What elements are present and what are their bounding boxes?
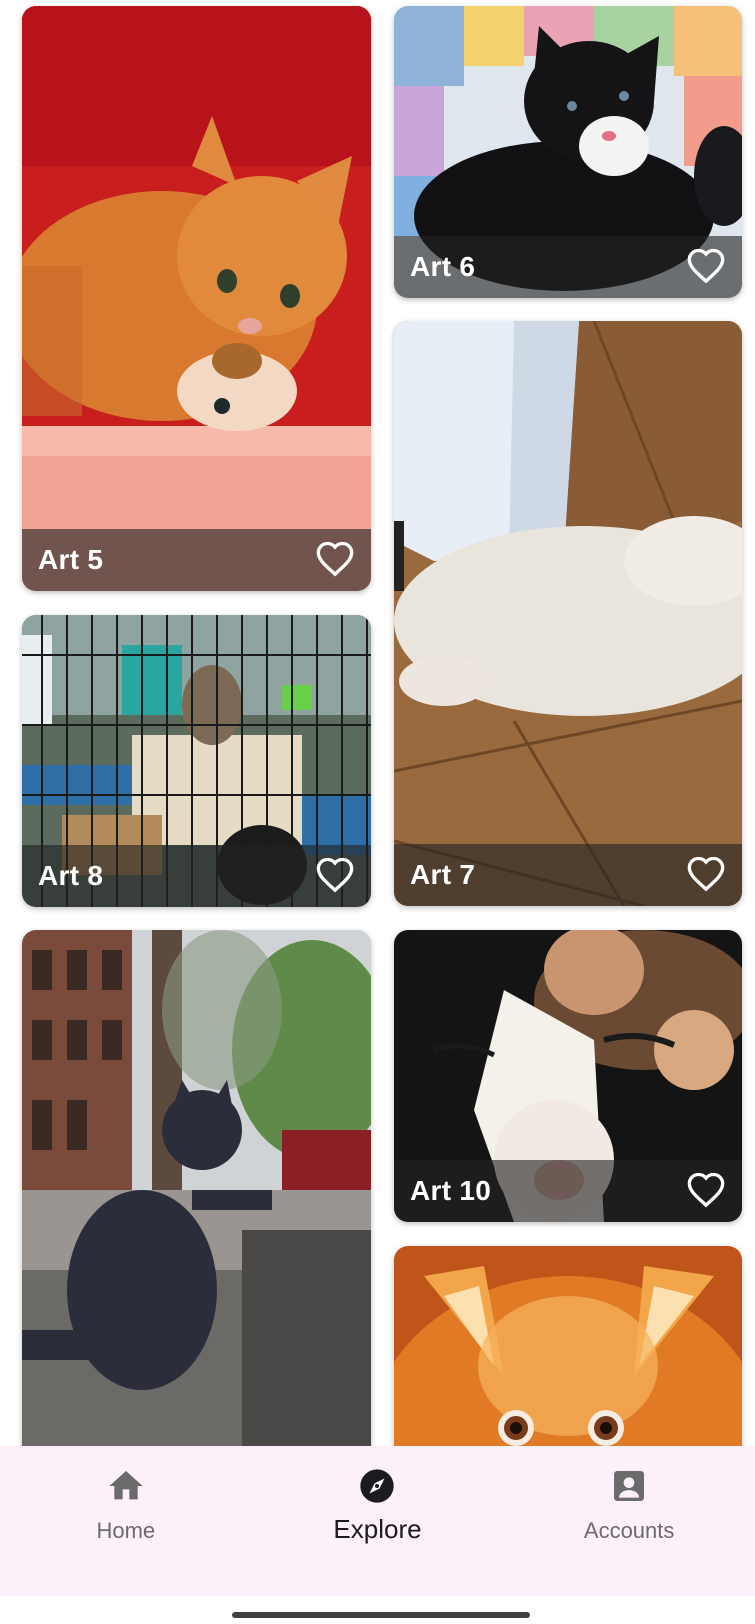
nav-label-explore: Explore: [333, 1514, 422, 1544]
bottom-navigation-bar: Home Explore Accounts: [0, 1446, 755, 1596]
home-icon: [104, 1464, 148, 1508]
gesture-handle[interactable]: [232, 1612, 530, 1618]
art-title: Art 6: [410, 251, 476, 282]
art-image-7: [394, 321, 742, 906]
favorite-heart-icon[interactable]: [686, 855, 726, 895]
art-caption-8: Art 8: [22, 845, 371, 907]
system-navigation-bar: [0, 1596, 755, 1624]
explore-screen: Art 5 Art 6 Art 7 Art 8 Art 10 Home Expl…: [0, 0, 755, 1624]
art-card-5[interactable]: Art 5: [22, 6, 371, 591]
nav-item-home[interactable]: Home: [16, 1446, 236, 1596]
art-grid[interactable]: Art 5 Art 6 Art 7 Art 8 Art 10: [0, 0, 755, 1446]
favorite-heart-icon[interactable]: [686, 247, 726, 287]
nav-item-explore[interactable]: Explore: [267, 1446, 487, 1596]
art-card-9[interactable]: [22, 930, 371, 1446]
compass-icon: [355, 1464, 399, 1508]
art-caption-10: Art 10: [394, 1160, 742, 1222]
favorite-heart-icon[interactable]: [315, 856, 355, 896]
nav-label-home: Home: [96, 1518, 156, 1543]
art-caption-6: Art 6: [394, 236, 742, 298]
art-title: Art 8: [38, 860, 104, 891]
art-card-7[interactable]: Art 7: [394, 321, 742, 906]
nav-label-accounts: Accounts: [583, 1518, 675, 1543]
favorite-heart-icon[interactable]: [315, 540, 355, 580]
art-card-11[interactable]: [394, 1246, 742, 1446]
nav-item-accounts[interactable]: Accounts: [519, 1446, 739, 1596]
account-box-icon: [607, 1464, 651, 1508]
art-image-9: [22, 930, 371, 1446]
art-caption-5: Art 5: [22, 529, 371, 591]
art-title: Art 5: [38, 544, 104, 575]
art-card-10[interactable]: Art 10: [394, 930, 742, 1222]
art-card-8[interactable]: Art 8: [22, 615, 371, 907]
art-caption-7: Art 7: [394, 844, 742, 906]
art-title: Art 7: [410, 859, 476, 890]
art-title: Art 10: [410, 1175, 492, 1206]
art-image-11: [394, 1246, 742, 1446]
favorite-heart-icon[interactable]: [686, 1171, 726, 1211]
art-card-6[interactable]: Art 6: [394, 6, 742, 298]
art-image-5: [22, 6, 371, 591]
